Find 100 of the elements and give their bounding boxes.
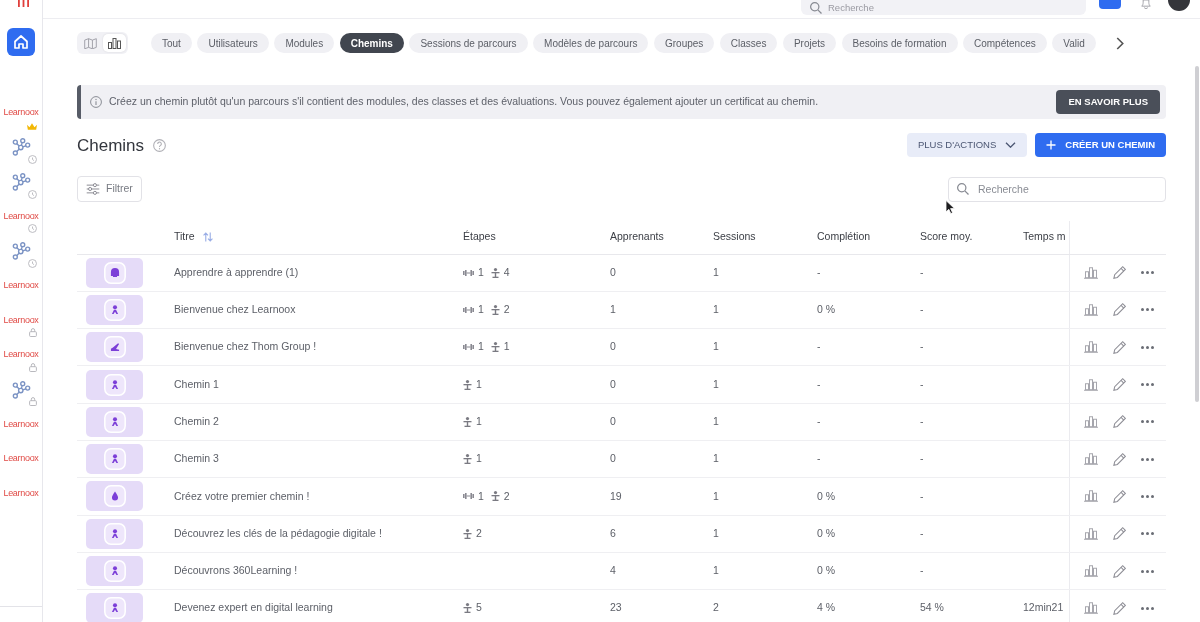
sidebar-logo-item[interactable]: Learnoox: [1, 304, 41, 340]
sidebar-logo-item[interactable]: Learnoox: [1, 200, 41, 236]
filter-tab[interactable]: Classes: [719, 33, 778, 53]
step-count: 5: [476, 600, 482, 616]
search-field[interactable]: Recherche: [801, 0, 1086, 15]
filter-tab[interactable]: Tout: [151, 33, 192, 53]
column-header: Apprenants: [610, 229, 664, 245]
pencil-icon[interactable]: [1112, 489, 1126, 503]
bar-chart-icon[interactable]: [1083, 266, 1098, 279]
more-icon[interactable]: [1140, 308, 1154, 312]
path-title[interactable]: Découvrons 360Learning !: [174, 564, 298, 577]
book-icon: [84, 37, 97, 49]
completion-rate: 0 %: [817, 303, 836, 316]
cursor-icon: [945, 200, 955, 214]
trainer-icon: [490, 304, 500, 315]
pencil-icon[interactable]: [1112, 340, 1126, 354]
filter-tab[interactable]: Valid: [1052, 33, 1096, 53]
bar-chart-icon[interactable]: [1083, 453, 1098, 466]
more-actions-button[interactable]: PLUS D'ACTIONS: [906, 133, 1028, 157]
path-title[interactable]: Chemin 3: [174, 452, 219, 465]
filter-tab[interactable]: Chemins: [339, 33, 404, 53]
more-icon[interactable]: [1140, 457, 1154, 461]
bar-chart-icon[interactable]: [1083, 415, 1098, 428]
more-icon[interactable]: [1140, 345, 1154, 349]
filter-tab[interactable]: Modules: [274, 33, 335, 53]
view-toggle-button[interactable]: [103, 34, 126, 52]
bar-chart-icon[interactable]: [1083, 527, 1098, 540]
scrollbar[interactable]: [1195, 66, 1199, 402]
pencil-icon[interactable]: [1112, 266, 1126, 280]
trainer-icon: [490, 491, 500, 502]
bar-chart-icon[interactable]: [1083, 565, 1098, 577]
path-title[interactable]: Chemin 1: [174, 377, 219, 390]
step-count: 1: [503, 339, 510, 355]
avatar-icon[interactable]: [1168, 0, 1190, 11]
bell-icon[interactable]: [1141, 0, 1151, 9]
path-title[interactable]: Apprendre à apprendre (1): [174, 265, 299, 278]
session-count: 1: [713, 452, 719, 465]
sidebar-logo-item[interactable]: Learnoox: [1, 477, 41, 513]
pencil-icon[interactable]: [1112, 452, 1126, 466]
path-title[interactable]: Devenez expert en digital learning: [174, 601, 333, 614]
clock-icon: [28, 224, 37, 234]
path-title[interactable]: Créez votre premier chemin !: [174, 489, 310, 502]
path-title[interactable]: Bienvenue chez Thom Group !: [174, 340, 317, 353]
filter-tab[interactable]: Besoins de formation: [841, 33, 958, 53]
sidebar-logo-item[interactable]: Learnoox: [1, 97, 41, 132]
bar-chart-icon[interactable]: [1083, 490, 1098, 503]
path-title[interactable]: Chemin 2: [174, 414, 219, 427]
more-icon[interactable]: [1140, 420, 1154, 424]
bar-chart-icon[interactable]: [1083, 378, 1098, 391]
sidebar-logo-item[interactable]: Learnoox: [1, 408, 41, 443]
pencil-icon[interactable]: [1112, 564, 1126, 578]
network-icon: [11, 173, 31, 191]
more-icon[interactable]: [1140, 271, 1154, 275]
more-icon[interactable]: [1140, 606, 1154, 610]
session-count: 1: [713, 564, 719, 577]
search-field[interactable]: Recherche: [948, 176, 1166, 202]
sidebar-logo-item[interactable]: Learnoox: [1, 339, 41, 374]
search-icon: [957, 183, 969, 195]
learner-count: 0: [610, 414, 616, 427]
sidebar-logo-item[interactable]: Learnoox: [1, 269, 41, 305]
bar-chart-icon[interactable]: [1083, 602, 1098, 615]
info-text: Créez un chemin plutôt qu'un parcours s'il contient des modules, des classes et des évaluations. Vous pouvez également ajouter un certificat au chemin.: [109, 94, 819, 110]
filter-tab[interactable]: Utilisateurs: [197, 33, 269, 53]
pencil-icon[interactable]: [1112, 415, 1126, 429]
average-time: 12min21: [1023, 601, 1064, 614]
home-button[interactable]: [7, 28, 35, 56]
filter-tab[interactable]: Groupes: [654, 33, 715, 53]
trainer-icon: [463, 416, 472, 427]
filter-tab[interactable]: Sessions de parcours: [409, 33, 528, 53]
filter-tab[interactable]: Modèles de parcours: [533, 33, 649, 53]
completion-rate: -: [817, 414, 821, 427]
help-icon[interactable]: [153, 138, 167, 152]
filter-tab[interactable]: Projets: [782, 33, 837, 53]
bar-chart-icon: [108, 37, 121, 49]
home-icon: [14, 35, 28, 49]
pencil-icon[interactable]: [1112, 303, 1126, 317]
sidebar-logo-item[interactable]: Learnoox: [1, 442, 41, 478]
bar-chart-icon[interactable]: [1083, 303, 1098, 316]
action-button[interactable]: [1099, 0, 1121, 9]
completion-rate: -: [817, 265, 821, 278]
chevron-right-icon[interactable]: [1116, 36, 1124, 50]
more-icon[interactable]: [1140, 532, 1154, 536]
more-icon[interactable]: [1140, 383, 1154, 387]
path-title[interactable]: Découvrez les clés de la pédagogie digitale !: [174, 526, 382, 539]
completion-rate: -: [817, 340, 821, 353]
learner-count: 1: [610, 303, 616, 316]
filter-button[interactable]: Filtrer: [77, 176, 142, 202]
more-icon[interactable]: [1140, 569, 1154, 573]
filter-tab[interactable]: Compétences: [963, 33, 1047, 53]
dumbbell-icon: [463, 306, 474, 313]
learn-more-button[interactable]: EN SAVOIR PLUS: [1056, 90, 1160, 114]
more-icon[interactable]: [1140, 494, 1154, 498]
bar-chart-icon[interactable]: [1083, 341, 1098, 354]
create-path-button[interactable]: CRÉER UN CHEMIN: [1035, 133, 1166, 157]
path-title[interactable]: Bienvenue chez Learnoox: [174, 303, 296, 316]
pencil-icon[interactable]: [1112, 378, 1126, 392]
logo-icon[interactable]: [18, 0, 29, 7]
sort-icon[interactable]: [202, 232, 213, 243]
pencil-icon[interactable]: [1112, 527, 1126, 541]
pencil-icon[interactable]: [1112, 601, 1126, 615]
